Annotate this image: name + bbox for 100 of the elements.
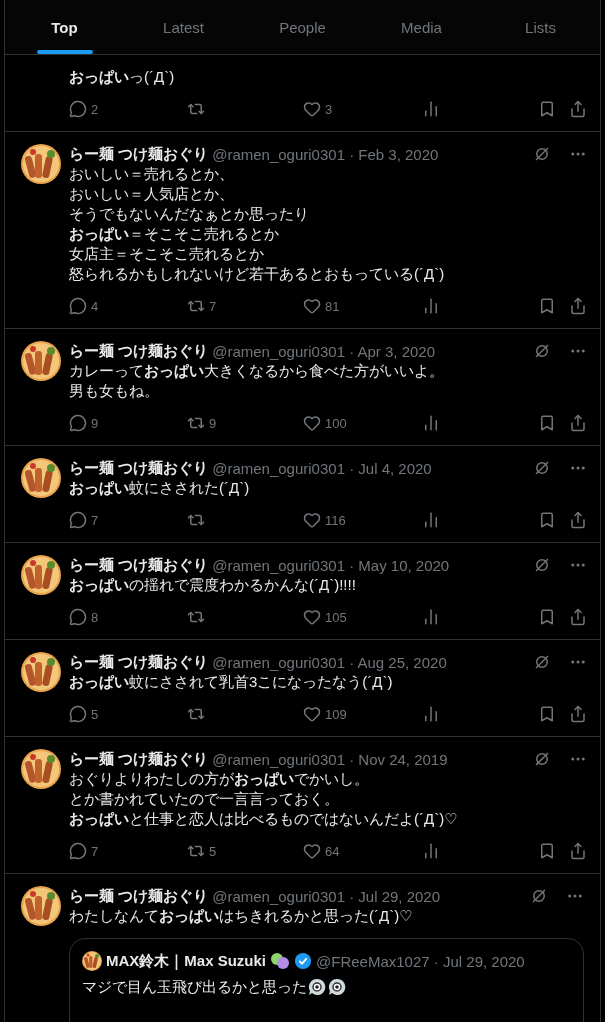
- tweet-text: おっぱい蚊にさされて乳首3こになったなう(´Д`): [69, 672, 394, 692]
- like-icon[interactable]: [303, 100, 321, 118]
- like-icon[interactable]: [303, 705, 321, 723]
- reply-count: 9: [91, 415, 99, 431]
- reply-icon[interactable]: [69, 608, 87, 626]
- like-count: 64: [325, 843, 340, 859]
- repost-count: 7: [209, 298, 217, 314]
- reply-icon[interactable]: [69, 511, 87, 529]
- tweet-text: おっぱいの揺れで震度わかるかんな(´Д`)!!!!: [69, 575, 357, 595]
- slashed-circle-icon[interactable]: [533, 459, 551, 477]
- slashed-circle-icon[interactable]: [533, 653, 551, 671]
- author-name[interactable]: らー麺 つけ麺おぐり: [69, 749, 209, 769]
- reply-count: 5: [91, 706, 99, 722]
- tab[interactable]: Media: [362, 0, 481, 54]
- bookmark-icon[interactable]: [538, 842, 556, 860]
- slashed-circle-icon[interactable]: [530, 887, 548, 905]
- like-icon[interactable]: [303, 608, 321, 626]
- share-icon[interactable]: [569, 608, 587, 626]
- like-count: 100: [325, 415, 347, 431]
- tab[interactable]: Latest: [124, 0, 243, 54]
- views-icon[interactable]: [422, 511, 440, 529]
- share-icon[interactable]: [569, 705, 587, 723]
- tweet-text: おっぱい蚊にさされた(´Д`): [69, 478, 251, 498]
- reply-count: 2: [91, 101, 99, 117]
- like-count: 81: [325, 298, 340, 314]
- eye-bubble-icon: [327, 977, 347, 997]
- reply-icon[interactable]: [69, 414, 87, 432]
- author-name[interactable]: MAX鈴木｜Max Suzuki: [106, 951, 267, 971]
- views-icon[interactable]: [422, 414, 440, 432]
- reply-icon[interactable]: [69, 705, 87, 723]
- tweet-text: おいしい＝売れるとか、: [69, 164, 235, 184]
- reply-count: 8: [91, 609, 99, 625]
- bookmark-icon[interactable]: [538, 297, 556, 315]
- tweet-text: とか書かれていたので一言言っておく。: [69, 789, 340, 809]
- tab[interactable]: People: [243, 0, 362, 54]
- like-icon[interactable]: [303, 297, 321, 315]
- views-icon[interactable]: [422, 842, 440, 860]
- tweet-text: おいしい＝人気店とか、: [69, 184, 235, 204]
- slashed-circle-icon[interactable]: [533, 145, 551, 163]
- bookmark-icon[interactable]: [538, 608, 556, 626]
- reply-icon[interactable]: [69, 297, 87, 315]
- tweet-text: 男も女もね。: [69, 381, 160, 401]
- tab[interactable]: Top: [5, 0, 124, 54]
- like-icon[interactable]: [303, 842, 321, 860]
- tab-indicator: [36, 50, 93, 54]
- reply-icon[interactable]: [69, 842, 87, 860]
- author-name[interactable]: らー麺 つけ麺おぐり: [69, 555, 209, 575]
- bookmark-icon[interactable]: [538, 414, 556, 432]
- like-icon[interactable]: [303, 511, 321, 529]
- views-icon[interactable]: [422, 100, 440, 118]
- tweet-text: マジで目ん玉飛び出るかと思った: [82, 977, 307, 997]
- share-icon[interactable]: [569, 511, 587, 529]
- tweet-text: 怒られるかもしれないけど若干あるとおもっている(´Д`): [69, 264, 446, 284]
- bookmark-icon[interactable]: [538, 705, 556, 723]
- share-icon[interactable]: [569, 100, 587, 118]
- reply-count: 7: [91, 843, 99, 859]
- share-icon[interactable]: [569, 297, 587, 315]
- like-count: 105: [325, 609, 347, 625]
- author-name[interactable]: らー麺 つけ麺おぐり: [69, 886, 209, 906]
- author-name[interactable]: らー麺 つけ麺おぐり: [69, 341, 209, 361]
- like-count: 116: [325, 512, 346, 528]
- tweet-text: おぐりよりわたしの方がおっぱいでかいし。: [69, 769, 370, 789]
- like-count: 109: [325, 706, 347, 722]
- share-icon[interactable]: [569, 842, 587, 860]
- like-count: 3: [325, 101, 333, 117]
- tab[interactable]: Lists: [481, 0, 600, 54]
- views-icon[interactable]: [422, 608, 440, 626]
- tweet-text: おっぱいっ(´Д`): [69, 67, 176, 87]
- slashed-circle-icon[interactable]: [533, 556, 551, 574]
- slashed-circle-icon[interactable]: [533, 342, 551, 360]
- author-name[interactable]: らー麺 つけ麺おぐり: [69, 458, 209, 478]
- tweet-text: おっぱい＝そこそこ売れるとか: [69, 224, 280, 244]
- tweet-text: 女店主＝そこそこ売れるとか: [69, 244, 265, 264]
- masks-icon: [270, 952, 291, 970]
- handle-date: @ramen_oguri0301 · Jul 29, 2020: [212, 887, 442, 905]
- handle-date: @ramen_oguri0301 · May 10, 2020: [212, 556, 451, 574]
- like-icon[interactable]: [303, 414, 321, 432]
- tweet-text: カレーっておっぱい大きくなるから食べた方がいいよ。: [69, 361, 445, 381]
- reply-count: 7: [91, 512, 99, 528]
- share-icon[interactable]: [569, 414, 587, 432]
- tweet-text: おっぱいと仕事と恋人は比べるものではないんだよ(´Д`)♡: [69, 809, 459, 829]
- handle-date: @ramen_oguri0301 · Apr 3, 2020: [212, 342, 437, 360]
- handle-date: @ramen_oguri0301 · Aug 25, 2020: [212, 653, 448, 671]
- slashed-circle-icon[interactable]: [533, 750, 551, 768]
- author-name[interactable]: らー麺 つけ麺おぐり: [69, 144, 209, 164]
- repost-count: 5: [209, 843, 217, 859]
- tweet-text: そうでもないんだなぁとか思ったり: [69, 204, 310, 224]
- tweet-text: わたしなんておっぱいはちきれるかと思った(´Д`)♡: [69, 906, 414, 926]
- handle-date: @ramen_oguri0301 · Jul 4, 2020: [212, 459, 433, 477]
- author-name[interactable]: らー麺 つけ麺おぐり: [69, 652, 209, 672]
- repost-count: 9: [209, 415, 217, 431]
- bookmark-icon[interactable]: [538, 100, 556, 118]
- eye-bubble-icon: [307, 977, 327, 997]
- views-icon[interactable]: [422, 705, 440, 723]
- handle-date: @FReeMax1027 · Jul 29, 2020: [316, 952, 526, 970]
- handle-date: @ramen_oguri0301 · Feb 3, 2020: [212, 145, 440, 163]
- reply-icon[interactable]: [69, 100, 87, 118]
- bookmark-icon[interactable]: [538, 511, 556, 529]
- views-icon[interactable]: [422, 297, 440, 315]
- quoted-tweet[interactable]: MAX鈴木｜Max Suzuki @FReeMax1027 · Jul 29, 2020 マジで目ん玉飛び出るかと思った: [69, 938, 584, 1022]
